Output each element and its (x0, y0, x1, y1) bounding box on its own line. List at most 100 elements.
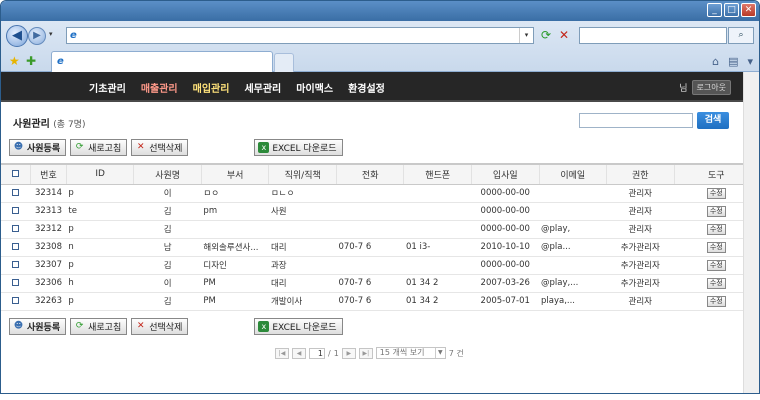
cell-no: 32313 (30, 202, 67, 221)
register-employee-button[interactable]: ☻ 사원등록 (9, 139, 67, 156)
maximize-icon[interactable]: □ (724, 3, 739, 17)
logout-button[interactable]: 로그아웃 (691, 80, 731, 95)
cell-name: 김 (133, 202, 202, 221)
prev-page-button[interactable]: ◀ (292, 347, 306, 359)
edit-button[interactable]: 수정 (706, 277, 726, 289)
browser-search-input[interactable] (579, 27, 727, 44)
table-row[interactable]: 32306 h 이 PM 대리 070-7 6 01 34 2 2007-03-26 @play… (1, 274, 759, 293)
table-row[interactable]: 32263 p 김 PM 개발이사 070-7 6 01 34 2 2005-07-01 pla… (1, 292, 759, 311)
edit-button[interactable]: 수정 (706, 259, 726, 271)
search-button[interactable]: 검색 (697, 112, 729, 129)
col-dept[interactable]: 부서 (201, 163, 270, 185)
refresh-button-bottom[interactable]: ⟳ 새로고침 (70, 318, 128, 335)
table-row[interactable]: 32308 n 남 해외솔루션사... 대리 070-7 6 01 i3- 2010-10-1… (1, 238, 759, 257)
browser-tab[interactable]: e (51, 51, 273, 72)
delete-label: 선택삭제 (149, 323, 183, 333)
col-position[interactable]: 직위/직책 (268, 163, 337, 185)
row-checkbox[interactable] (1, 274, 31, 293)
table-row[interactable]: 32307 p 김 디자인 과장 0000-00-00 추가관리자 수정 (1, 256, 759, 275)
forward-arrow-icon[interactable]: ▶ (28, 27, 46, 45)
row-checkbox[interactable] (1, 292, 31, 311)
per-page-select[interactable]: 15 개씩 보기 ▼ (375, 347, 446, 359)
cell-position: 개발이사 (268, 292, 337, 311)
next-page-button[interactable]: ▶ (341, 347, 356, 359)
col-no[interactable]: 번호 (30, 163, 67, 185)
excel-download-button-bottom[interactable]: x EXCEL 다운로드 (254, 318, 343, 335)
row-checkbox[interactable] (1, 238, 31, 257)
cell-dept: 해외솔루션사... (201, 238, 269, 257)
col-name[interactable]: 사원명 (133, 163, 202, 185)
cell-joined: 2005-07-01 (471, 292, 539, 311)
search-icon[interactable]: ⌕ (728, 27, 754, 44)
last-page-button[interactable]: ▶| (358, 347, 373, 359)
table-row[interactable]: 32314 p 이 ㅁㅇ ㅁㄴㅇ 0000-00-00 관리자 수정 (1, 184, 759, 203)
table-row[interactable]: 32312 p 김 0000-00-00 @play, 관리자 수정 (1, 220, 759, 239)
page-menu-icon[interactable]: ▾ (747, 55, 753, 68)
delete-selected-button[interactable]: ✕ 선택삭제 (131, 139, 189, 156)
home-icon[interactable]: ⌂ (712, 55, 719, 68)
history-dropdown-icon[interactable]: ▾ (49, 30, 53, 38)
edit-button[interactable]: 수정 (706, 187, 726, 199)
row-checkbox[interactable] (1, 184, 31, 203)
new-tab-button[interactable] (274, 53, 294, 72)
page-scrollbar[interactable] (743, 72, 759, 393)
menu-purchase[interactable]: 매입관리 (193, 80, 230, 95)
cell-id: n (66, 238, 134, 257)
cell-joined: 2010-10-10 (471, 238, 539, 257)
keyword-search-input[interactable] (579, 113, 693, 128)
cell-mobile: 01 34 2 (403, 292, 472, 311)
first-page-button[interactable]: |◀ (275, 347, 289, 359)
x-icon: ✕ (136, 321, 145, 331)
back-arrow-icon[interactable]: ◀ (6, 25, 28, 47)
feeds-icon[interactable]: ▤ (728, 55, 738, 68)
minimize-icon[interactable]: _ (707, 3, 722, 17)
edit-button[interactable]: 수정 (706, 205, 726, 217)
select-all-checkbox[interactable] (1, 163, 32, 185)
excel-label: EXCEL 다운로드 (272, 144, 337, 154)
col-role[interactable]: 권한 (606, 163, 675, 185)
col-mobile[interactable]: 핸드폰 (403, 163, 472, 185)
address-dropdown-icon[interactable]: ▾ (519, 28, 533, 43)
delete-label: 선택삭제 (149, 144, 183, 154)
main-menu: 기초관리 매출관리 매입관리 세무관리 마이맥스 환경설정 (89, 72, 385, 102)
col-id[interactable]: ID (66, 163, 135, 185)
refresh-icon[interactable]: ⟳ (538, 28, 554, 43)
table-row[interactable]: 32313 te 김 pm 사원 0000-00-00 관리자 수정 (1, 202, 759, 221)
chevron-down-icon: ▼ (434, 348, 445, 358)
cell-role: 추가관리자 (606, 274, 675, 293)
page-number-input[interactable]: 1 (309, 347, 325, 359)
menu-basic[interactable]: 기초관리 (89, 80, 126, 95)
menu-sales[interactable]: 매출관리 (141, 80, 178, 95)
window-titlebar: _ □ ✕ (1, 1, 759, 21)
cell-joined: 0000-00-00 (471, 220, 539, 239)
excel-icon: x (258, 142, 270, 153)
menu-mymax[interactable]: 마이맥스 (296, 80, 333, 95)
cell-no: 32263 (30, 292, 67, 311)
edit-button[interactable]: 수정 (706, 241, 726, 253)
col-phone[interactable]: 전화 (336, 163, 405, 185)
menu-settings[interactable]: 환경설정 (348, 80, 385, 95)
row-checkbox[interactable] (1, 202, 31, 221)
menu-tax[interactable]: 세무관리 (244, 80, 281, 95)
cell-mobile (403, 220, 472, 239)
cell-no: 32314 (30, 184, 67, 203)
edit-button[interactable]: 수정 (706, 223, 726, 235)
register-employee-button-bottom[interactable]: ☻ 사원등록 (9, 318, 67, 335)
close-icon[interactable]: ✕ (741, 3, 756, 17)
user-icon: ☻ (13, 321, 24, 331)
address-bar[interactable]: e ▾ (66, 27, 534, 44)
stop-icon[interactable]: ✕ (556, 28, 572, 43)
favorites-star-icon[interactable]: ★ (9, 54, 20, 68)
col-email[interactable]: 이메일 (539, 163, 608, 185)
add-favorite-icon[interactable]: ✚ (26, 54, 36, 68)
cell-id: te (66, 202, 134, 221)
col-joined[interactable]: 입사일 (471, 163, 540, 185)
delete-selected-button-bottom[interactable]: ✕ 선택삭제 (131, 318, 189, 335)
refresh-button[interactable]: ⟳ 새로고침 (70, 139, 128, 156)
cell-mobile (403, 202, 472, 221)
cell-role: 관리자 (606, 184, 675, 203)
row-checkbox[interactable] (1, 256, 31, 275)
edit-button[interactable]: 수정 (706, 295, 726, 307)
excel-download-button[interactable]: x EXCEL 다운로드 (254, 139, 343, 156)
row-checkbox[interactable] (1, 220, 31, 239)
